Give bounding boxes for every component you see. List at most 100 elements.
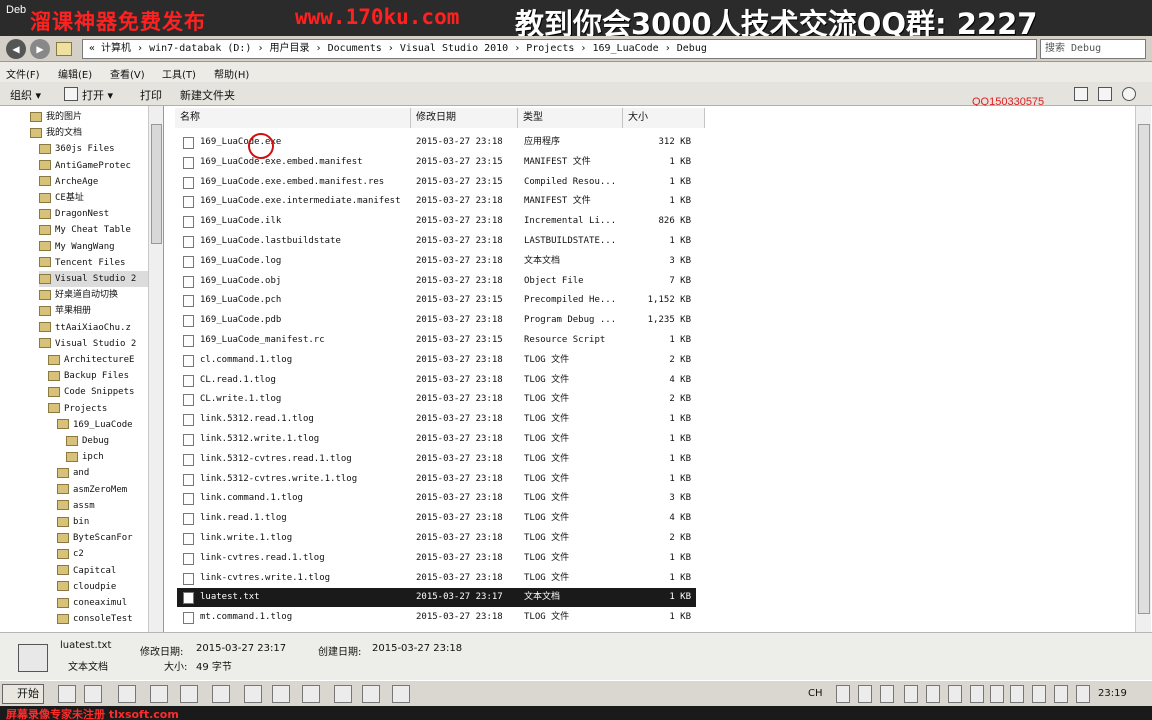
column-size[interactable]: 大小 (623, 108, 705, 128)
column-type[interactable]: 类型 (518, 108, 623, 128)
nav-item[interactable]: Debug (66, 433, 148, 449)
file-row[interactable]: 169_LuaCode.exe.intermediate.manifest 201… (177, 192, 696, 211)
start-button[interactable]: 开始 (2, 684, 44, 704)
file-row[interactable]: link.5312-cvtres.write.1.tlog 2015-03-27 … (177, 470, 696, 489)
file-row[interactable]: link.5312.read.1.tlog 2015-03-27 23:18 TLO… (177, 410, 696, 429)
network-icon[interactable] (1054, 685, 1068, 703)
print-button[interactable]: 打印 (140, 87, 162, 103)
clock[interactable]: 23:19 (1098, 688, 1127, 699)
taskbar-app-icon[interactable] (392, 685, 410, 703)
file-row[interactable]: link.command.1.tlog 2015-03-27 23:18 TLOG … (177, 489, 696, 508)
taskbar-app-icon[interactable] (272, 685, 290, 703)
nav-scrollbar[interactable] (148, 106, 163, 632)
nav-item[interactable]: Visual Studio 2 (39, 271, 148, 287)
file-row[interactable]: 169_LuaCode_manifest.rc 2015-03-27 23:15 R… (177, 331, 696, 350)
file-row[interactable]: 169_LuaCode.exe.embed.manifest.res 2015-0… (177, 173, 696, 192)
nav-item[interactable]: coneaximul (57, 595, 148, 611)
taskbar-explorer-icon[interactable] (84, 685, 102, 703)
nav-item[interactable]: and (57, 465, 148, 481)
nav-item[interactable]: Backup Files (48, 368, 148, 384)
nav-item[interactable]: 苹果相册 (39, 303, 148, 319)
nav-item[interactable]: 169_LuaCode (57, 417, 148, 433)
taskbar-app-icon[interactable] (302, 685, 320, 703)
taskbar-app-icon[interactable] (58, 685, 76, 703)
nav-item[interactable]: ttAaiXiaoChu.z (39, 320, 148, 336)
nav-item[interactable]: asmZeroMem (57, 482, 148, 498)
organize-button[interactable]: 组织 ▾ (10, 87, 41, 103)
tray-icon[interactable] (880, 685, 894, 703)
nav-item[interactable]: My WangWang (39, 239, 148, 255)
nav-item[interactable]: 好桌道自动切换 (39, 287, 148, 303)
back-button[interactable]: ◀ (6, 39, 26, 59)
nav-item[interactable]: Capitcal (57, 563, 148, 579)
file-row[interactable]: link-cvtres.read.1.tlog 2015-03-27 23:18 T… (177, 549, 696, 568)
nav-item[interactable]: CE基址 (39, 190, 148, 206)
nav-scroll-thumb[interactable] (151, 124, 162, 244)
nav-item[interactable]: Tencent Files (39, 255, 148, 271)
tray-icon[interactable] (904, 685, 918, 703)
open-button[interactable]: 打开 ▾ (82, 87, 113, 103)
nav-item[interactable]: 我的图片 (30, 109, 148, 125)
tray-icon[interactable] (1010, 685, 1024, 703)
file-row[interactable]: link.5312-cvtres.read.1.tlog 2015-03-27 2… (177, 450, 696, 469)
nav-item[interactable]: AntiGameProtec (39, 158, 148, 174)
file-row[interactable]: link.5312.write.1.tlog 2015-03-27 23:18 TL… (177, 430, 696, 449)
tray-icon[interactable] (948, 685, 962, 703)
nav-item[interactable]: assm (57, 498, 148, 514)
file-row[interactable]: mt.command.1.tlog 2015-03-27 23:18 TLOG 文件… (177, 608, 696, 627)
nav-item[interactable]: bin (57, 514, 148, 530)
tray-icon[interactable] (1076, 685, 1090, 703)
nav-item[interactable]: 360js Files (39, 141, 148, 157)
menu-edit[interactable]: 编辑(E) (58, 66, 92, 81)
nav-item[interactable]: c2 (57, 546, 148, 562)
taskbar-app-icon[interactable] (244, 685, 262, 703)
file-row[interactable]: luatest.txt 2015-03-27 23:17 文本文档 1 KB (177, 588, 696, 608)
nav-item[interactable]: Code Snippets (48, 384, 148, 400)
menu-tools[interactable]: 工具(T) (162, 66, 196, 81)
nav-item[interactable]: ipch (66, 449, 148, 465)
nav-item[interactable]: Visual Studio 2 (39, 336, 148, 352)
nav-item[interactable]: consoleTest (57, 611, 148, 627)
taskbar-app-icon[interactable] (212, 685, 230, 703)
taskbar-app-icon[interactable] (334, 685, 352, 703)
tray-icon[interactable] (970, 685, 984, 703)
nav-item[interactable]: cloudpie (57, 579, 148, 595)
nav-item[interactable]: 我的文档 (30, 125, 148, 141)
nav-item[interactable]: ArcheAge (39, 174, 148, 190)
nav-item[interactable]: Projects (48, 401, 148, 417)
tray-icon[interactable] (1032, 685, 1046, 703)
file-row[interactable]: 169_LuaCode.obj 2015-03-27 23:18 Object Fi… (177, 272, 696, 291)
file-row[interactable]: cl.command.1.tlog 2015-03-27 23:18 TLOG 文件… (177, 351, 696, 370)
list-scroll-thumb[interactable] (1138, 124, 1150, 614)
file-row[interactable]: link-cvtres.write.1.tlog 2015-03-27 23:18… (177, 569, 696, 588)
nav-item[interactable]: ArchitectureE (48, 352, 148, 368)
file-row[interactable]: CL.write.1.tlog 2015-03-27 23:18 TLOG 文件 2 … (177, 390, 696, 409)
file-row[interactable]: CL.read.1.tlog 2015-03-27 23:18 TLOG 文件 4 K… (177, 371, 696, 390)
column-date[interactable]: 修改日期 (411, 108, 518, 128)
search-input[interactable]: 搜索 Debug (1040, 39, 1146, 59)
volume-icon[interactable] (990, 685, 1004, 703)
tray-icon[interactable] (836, 685, 850, 703)
tray-icon[interactable] (858, 685, 872, 703)
file-row[interactable]: 169_LuaCode.log 2015-03-27 23:18 文本文档 3 KB (177, 252, 696, 271)
nav-item[interactable]: ByteScanFor (57, 530, 148, 546)
file-row[interactable]: 169_LuaCode.pdb 2015-03-27 23:18 Program D… (177, 311, 696, 330)
view-options-icon[interactable] (1074, 87, 1088, 101)
list-scrollbar[interactable] (1135, 106, 1151, 632)
file-row[interactable]: 169_LuaCode.lastbuildstate 2015-03-27 23:… (177, 232, 696, 251)
taskbar-app-icon[interactable] (150, 685, 168, 703)
help-icon[interactable] (1122, 87, 1136, 101)
nav-item[interactable]: DragonNest (39, 206, 148, 222)
forward-button[interactable]: ▶ (30, 39, 50, 59)
menu-file[interactable]: 文件(F) (6, 66, 40, 81)
taskbar-app-icon[interactable] (362, 685, 380, 703)
taskbar-app-icon[interactable] (118, 685, 136, 703)
tray-icon[interactable] (926, 685, 940, 703)
menu-view[interactable]: 查看(V) (110, 66, 145, 81)
nav-item[interactable]: My Cheat Table (39, 222, 148, 238)
menu-help[interactable]: 帮助(H) (214, 66, 249, 81)
file-row[interactable]: 169_LuaCode.ilk 2015-03-27 23:18 Increment… (177, 212, 696, 231)
file-row[interactable]: link.read.1.tlog 2015-03-27 23:18 TLOG 文件 4… (177, 509, 696, 528)
language-indicator[interactable]: CH (808, 688, 823, 699)
new-folder-button[interactable]: 新建文件夹 (180, 87, 235, 103)
